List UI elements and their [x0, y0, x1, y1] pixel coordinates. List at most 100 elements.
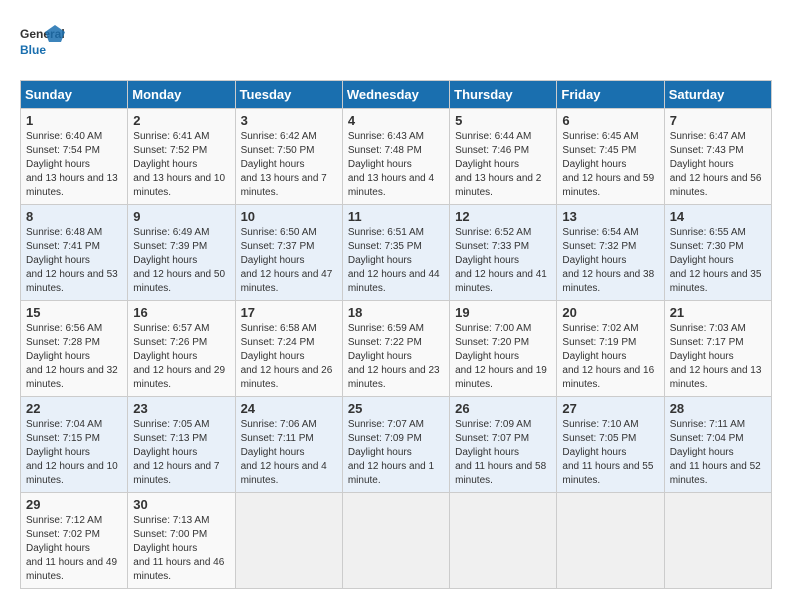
day-number: 20 — [562, 305, 658, 320]
daylight-label: Daylight hours — [670, 255, 734, 266]
day-info: Sunrise: 6:43 AM Sunset: 7:48 PM Dayligh… — [348, 130, 444, 200]
daylight-label: Daylight hours — [670, 447, 734, 458]
sunset-label: Sunset: 7:30 PM — [670, 241, 744, 252]
calendar-cell — [235, 493, 342, 589]
sunrise-label: Sunrise: 6:48 AM — [26, 227, 102, 238]
day-number: 10 — [241, 209, 337, 224]
daylight-duration: and 12 hours and 19 minutes. — [455, 365, 547, 390]
sunrise-label: Sunrise: 6:58 AM — [241, 323, 317, 334]
calendar-cell: 8 Sunrise: 6:48 AM Sunset: 7:41 PM Dayli… — [21, 205, 128, 301]
sunset-label: Sunset: 7:28 PM — [26, 337, 100, 348]
daylight-label: Daylight hours — [241, 255, 305, 266]
day-info: Sunrise: 6:40 AM Sunset: 7:54 PM Dayligh… — [26, 130, 122, 200]
day-info: Sunrise: 6:50 AM Sunset: 7:37 PM Dayligh… — [241, 226, 337, 296]
sunrise-label: Sunrise: 6:43 AM — [348, 131, 424, 142]
daylight-duration: and 12 hours and 16 minutes. — [562, 365, 654, 390]
daylight-duration: and 12 hours and 59 minutes. — [562, 173, 654, 198]
sunset-label: Sunset: 7:46 PM — [455, 145, 529, 156]
daylight-duration: and 13 hours and 2 minutes. — [455, 173, 541, 198]
day-info: Sunrise: 7:03 AM Sunset: 7:17 PM Dayligh… — [670, 322, 766, 392]
sunset-label: Sunset: 7:48 PM — [348, 145, 422, 156]
day-number: 4 — [348, 113, 444, 128]
sunrise-label: Sunrise: 6:44 AM — [455, 131, 531, 142]
sunset-label: Sunset: 7:22 PM — [348, 337, 422, 348]
sunrise-label: Sunrise: 7:09 AM — [455, 419, 531, 430]
daylight-label: Daylight hours — [348, 351, 412, 362]
sunset-label: Sunset: 7:41 PM — [26, 241, 100, 252]
calendar-cell: 13 Sunrise: 6:54 AM Sunset: 7:32 PM Dayl… — [557, 205, 664, 301]
sunrise-label: Sunrise: 7:13 AM — [133, 515, 209, 526]
sunset-label: Sunset: 7:02 PM — [26, 529, 100, 540]
sunrise-label: Sunrise: 7:11 AM — [670, 419, 745, 430]
sunset-label: Sunset: 7:26 PM — [133, 337, 207, 348]
daylight-label: Daylight hours — [241, 351, 305, 362]
daylight-label: Daylight hours — [26, 351, 90, 362]
calendar-cell: 7 Sunrise: 6:47 AM Sunset: 7:43 PM Dayli… — [664, 109, 771, 205]
sunset-label: Sunset: 7:33 PM — [455, 241, 529, 252]
day-info: Sunrise: 6:49 AM Sunset: 7:39 PM Dayligh… — [133, 226, 229, 296]
sunrise-label: Sunrise: 6:49 AM — [133, 227, 209, 238]
day-number: 22 — [26, 401, 122, 416]
sunset-label: Sunset: 7:20 PM — [455, 337, 529, 348]
daylight-label: Daylight hours — [348, 255, 412, 266]
calendar-week-2: 8 Sunrise: 6:48 AM Sunset: 7:41 PM Dayli… — [21, 205, 772, 301]
svg-text:Blue: Blue — [20, 43, 46, 57]
daylight-label: Daylight hours — [562, 255, 626, 266]
calendar-cell: 26 Sunrise: 7:09 AM Sunset: 7:07 PM Dayl… — [450, 397, 557, 493]
sunset-label: Sunset: 7:17 PM — [670, 337, 744, 348]
daylight-duration: and 12 hours and 44 minutes. — [348, 269, 440, 294]
daylight-label: Daylight hours — [562, 447, 626, 458]
calendar-cell: 20 Sunrise: 7:02 AM Sunset: 7:19 PM Dayl… — [557, 301, 664, 397]
weekday-header-friday: Friday — [557, 81, 664, 109]
daylight-duration: and 11 hours and 49 minutes. — [26, 557, 117, 582]
calendar-cell: 14 Sunrise: 6:55 AM Sunset: 7:30 PM Dayl… — [664, 205, 771, 301]
daylight-label: Daylight hours — [562, 159, 626, 170]
weekday-row: SundayMondayTuesdayWednesdayThursdayFrid… — [21, 81, 772, 109]
calendar-cell: 23 Sunrise: 7:05 AM Sunset: 7:13 PM Dayl… — [128, 397, 235, 493]
sunrise-label: Sunrise: 7:07 AM — [348, 419, 424, 430]
day-info: Sunrise: 7:07 AM Sunset: 7:09 PM Dayligh… — [348, 418, 444, 488]
daylight-duration: and 12 hours and 23 minutes. — [348, 365, 440, 390]
daylight-label: Daylight hours — [133, 447, 197, 458]
daylight-label: Daylight hours — [241, 447, 305, 458]
day-number: 27 — [562, 401, 658, 416]
sunrise-label: Sunrise: 6:40 AM — [26, 131, 102, 142]
sunrise-label: Sunrise: 7:02 AM — [562, 323, 638, 334]
day-number: 29 — [26, 497, 122, 512]
day-info: Sunrise: 7:10 AM Sunset: 7:05 PM Dayligh… — [562, 418, 658, 488]
daylight-duration: and 13 hours and 7 minutes. — [241, 173, 327, 198]
day-number: 26 — [455, 401, 551, 416]
calendar-cell: 17 Sunrise: 6:58 AM Sunset: 7:24 PM Dayl… — [235, 301, 342, 397]
day-info: Sunrise: 7:06 AM Sunset: 7:11 PM Dayligh… — [241, 418, 337, 488]
calendar-cell — [557, 493, 664, 589]
day-info: Sunrise: 6:41 AM Sunset: 7:52 PM Dayligh… — [133, 130, 229, 200]
day-info: Sunrise: 7:05 AM Sunset: 7:13 PM Dayligh… — [133, 418, 229, 488]
daylight-label: Daylight hours — [133, 159, 197, 170]
daylight-label: Daylight hours — [455, 159, 519, 170]
calendar-cell: 30 Sunrise: 7:13 AM Sunset: 7:00 PM Dayl… — [128, 493, 235, 589]
calendar-cell: 5 Sunrise: 6:44 AM Sunset: 7:46 PM Dayli… — [450, 109, 557, 205]
sunset-label: Sunset: 7:52 PM — [133, 145, 207, 156]
sunset-label: Sunset: 7:00 PM — [133, 529, 207, 540]
weekday-header-monday: Monday — [128, 81, 235, 109]
calendar-cell: 25 Sunrise: 7:07 AM Sunset: 7:09 PM Dayl… — [342, 397, 449, 493]
day-number: 25 — [348, 401, 444, 416]
daylight-duration: and 12 hours and 50 minutes. — [133, 269, 225, 294]
day-info: Sunrise: 7:04 AM Sunset: 7:15 PM Dayligh… — [26, 418, 122, 488]
daylight-label: Daylight hours — [241, 159, 305, 170]
day-info: Sunrise: 7:09 AM Sunset: 7:07 PM Dayligh… — [455, 418, 551, 488]
daylight-label: Daylight hours — [670, 351, 734, 362]
weekday-header-wednesday: Wednesday — [342, 81, 449, 109]
day-info: Sunrise: 6:51 AM Sunset: 7:35 PM Dayligh… — [348, 226, 444, 296]
sunrise-label: Sunrise: 7:00 AM — [455, 323, 531, 334]
sunrise-label: Sunrise: 6:45 AM — [562, 131, 638, 142]
daylight-duration: and 11 hours and 55 minutes. — [562, 461, 653, 486]
calendar-cell: 24 Sunrise: 7:06 AM Sunset: 7:11 PM Dayl… — [235, 397, 342, 493]
sunrise-label: Sunrise: 7:05 AM — [133, 419, 209, 430]
calendar-cell: 21 Sunrise: 7:03 AM Sunset: 7:17 PM Dayl… — [664, 301, 771, 397]
weekday-header-saturday: Saturday — [664, 81, 771, 109]
daylight-label: Daylight hours — [670, 159, 734, 170]
day-info: Sunrise: 7:13 AM Sunset: 7:00 PM Dayligh… — [133, 514, 229, 584]
day-info: Sunrise: 6:54 AM Sunset: 7:32 PM Dayligh… — [562, 226, 658, 296]
calendar-header: SundayMondayTuesdayWednesdayThursdayFrid… — [21, 81, 772, 109]
